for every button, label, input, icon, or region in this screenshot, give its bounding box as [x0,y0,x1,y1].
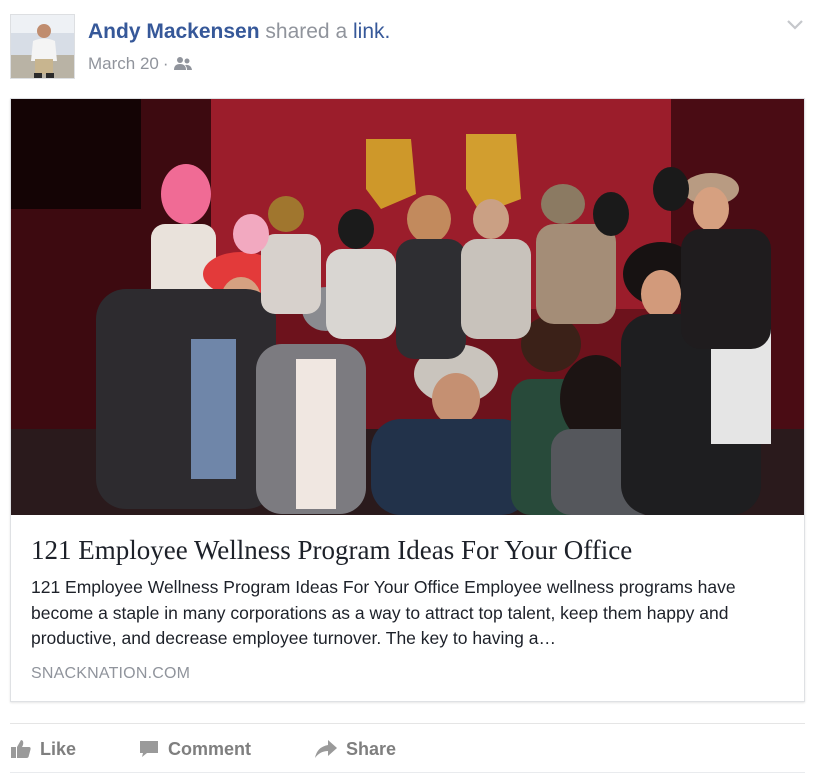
post-meta: March 20 · [88,52,193,76]
share-label: Share [346,738,397,759]
link-domain: SNACKNATION.COM [31,665,191,682]
post-date[interactable]: March 20 [88,52,159,76]
meta-separator: · [162,54,169,73]
bottom-divider [10,772,805,773]
like-button[interactable]: Like [10,730,138,768]
author-name[interactable]: Andy Mackensen [88,20,260,43]
chevron-down-icon[interactable] [786,18,804,32]
facebook-post: Andy Mackensen shared a link. March 20 · [0,0,818,779]
shared-text: shared a [265,20,348,43]
post-header: Andy Mackensen shared a link. [88,18,390,46]
link-description: 121 Employee Wellness Program Ideas For … [31,577,736,648]
friends-icon[interactable] [173,55,193,73]
comment-icon [140,741,158,757]
link-preview-image[interactable] [11,99,804,515]
comment-label: Comment [168,738,252,759]
link-title[interactable]: 121 Employee Wellness Program Ideas For … [31,533,632,567]
thumbs-up-icon [11,740,31,758]
comment-button[interactable]: Comment [138,730,314,768]
avatar[interactable] [10,14,75,79]
share-button[interactable]: Share [314,730,434,768]
link-preview-card[interactable]: 121 Employee Wellness Program Ideas For … [10,98,805,702]
divider [10,723,805,724]
link-word[interactable]: link. [353,20,390,43]
action-bar: Like Comment Share [10,730,805,768]
link-preview-body: 121 Employee Wellness Program Ideas For … [11,515,804,701]
share-arrow-icon [315,740,337,758]
like-label: Like [40,738,77,759]
